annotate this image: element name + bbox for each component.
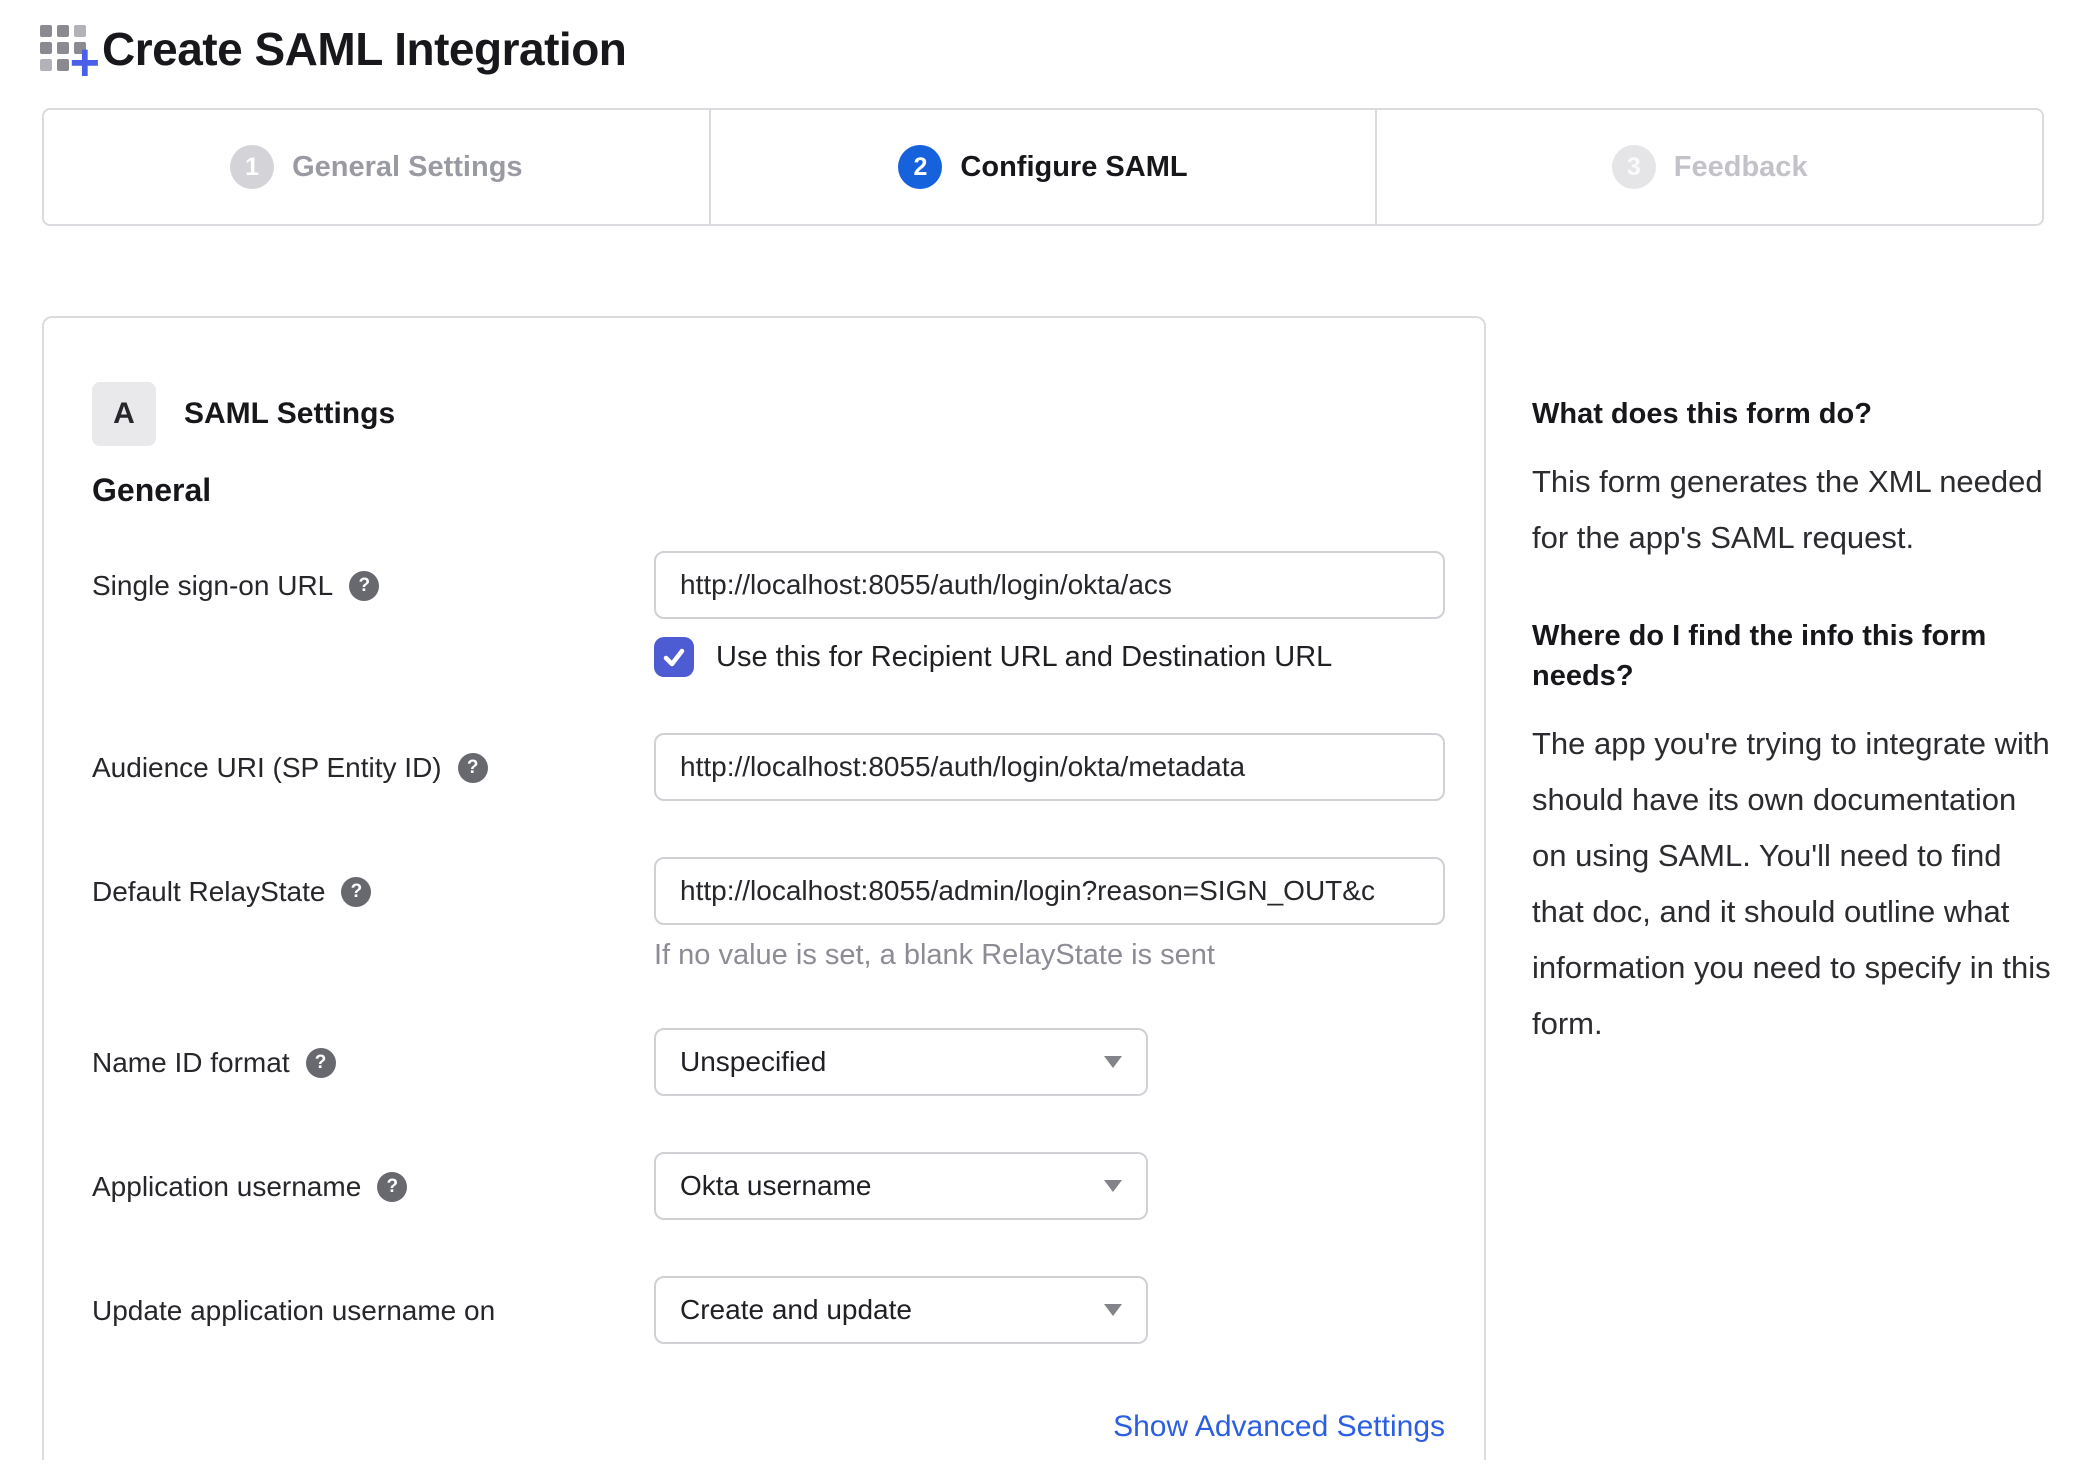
help-body: The app you're trying to integrate with …	[1532, 726, 2051, 1041]
step-2-label: Configure SAML	[960, 150, 1188, 183]
recipient-url-checkbox-label: Use this for Recipient URL and Destinati…	[716, 640, 1333, 673]
chevron-down-icon	[1104, 1304, 1122, 1316]
row-update-app-username: Update application username on Create an…	[92, 1276, 1441, 1344]
name-id-format-value: Unspecified	[680, 1046, 827, 1077]
row-application-username: Application username ? Okta username	[92, 1152, 1441, 1220]
field-label: Update application username on	[92, 1276, 654, 1344]
step-2-circle: 2	[898, 145, 943, 189]
step-feedback[interactable]: 3 Feedback	[1375, 110, 2042, 224]
step-3-label: Feedback	[1673, 150, 1808, 183]
recipient-url-checkbox-row: Use this for Recipient URL and Destinati…	[654, 637, 1445, 677]
field-control	[654, 733, 1445, 801]
row-audience-uri: Audience URI (SP Entity ID) ?	[92, 733, 1445, 801]
step-1-label: General Settings	[292, 150, 523, 183]
name-id-format-label: Name ID format	[92, 1047, 290, 1078]
show-advanced-settings-link[interactable]: Show Advanced Settings	[1113, 1410, 1445, 1443]
chevron-down-icon	[1104, 1180, 1122, 1192]
field-control: Create and update	[654, 1276, 1441, 1344]
chevron-down-icon	[1104, 1056, 1122, 1068]
card-header: A SAML Settings	[92, 382, 1441, 446]
app-grid-plus-icon: +	[40, 25, 100, 89]
default-relaystate-label: Default RelayState	[92, 876, 326, 907]
page-title: Create SAML Integration	[102, 23, 627, 75]
help-icon[interactable]: ?	[341, 877, 372, 907]
wizard-stepper: 1 General Settings 2 Configure SAML 3 Fe…	[42, 108, 2044, 226]
field-label: Default RelayState ?	[92, 857, 654, 972]
relaystate-helper-text: If no value is set, a blank RelayState i…	[654, 939, 1215, 971]
field-label: Application username ?	[92, 1152, 654, 1220]
advanced-settings-row: Show Advanced Settings	[92, 1410, 1445, 1444]
application-username-select[interactable]: Okta username	[654, 1152, 1148, 1220]
field-label: Audience URI (SP Entity ID) ?	[92, 733, 654, 801]
section-badge: A	[92, 382, 156, 446]
row-single-sign-on-url: Single sign-on URL ? Use this for Recipi…	[92, 551, 1445, 677]
saml-settings-card: A SAML Settings General Single sign-on U…	[42, 316, 1486, 1460]
audience-uri-label: Audience URI (SP Entity ID)	[92, 752, 442, 783]
application-username-label: Application username	[92, 1171, 362, 1202]
help-section-what: What does this form do? This form genera…	[1532, 394, 2052, 566]
check-icon	[663, 648, 685, 667]
update-app-username-select[interactable]: Create and update	[654, 1276, 1148, 1344]
field-control: If no value is set, a blank RelayState i…	[654, 857, 1445, 972]
name-id-format-select[interactable]: Unspecified	[654, 1028, 1148, 1096]
audience-uri-input[interactable]	[654, 733, 1445, 801]
page-header: + Create SAML Integration	[40, 22, 2074, 89]
help-icon[interactable]: ?	[349, 571, 380, 601]
plus-icon: +	[69, 34, 100, 92]
field-control: Use this for Recipient URL and Destinati…	[654, 551, 1445, 677]
step-3-circle: 3	[1611, 145, 1656, 189]
application-username-value: Okta username	[680, 1170, 872, 1201]
row-name-id-format: Name ID format ? Unspecified	[92, 1028, 1441, 1096]
help-body: This form generates the XML needed for t…	[1532, 464, 2043, 555]
field-control: Unspecified	[654, 1028, 1441, 1096]
help-heading: What does this form do?	[1532, 398, 1872, 430]
field-label: Name ID format ?	[92, 1028, 654, 1096]
step-general-settings[interactable]: 1 General Settings	[44, 110, 709, 224]
help-section-where: Where do I find the info this form needs…	[1532, 616, 2052, 1052]
field-label: Single sign-on URL ?	[92, 551, 654, 677]
help-sidebar: What does this form do? This form genera…	[1532, 394, 2052, 1052]
row-default-relaystate: Default RelayState ? If no value is set,…	[92, 857, 1445, 972]
step-1-circle: 1	[230, 145, 275, 189]
single-sign-on-url-label: Single sign-on URL	[92, 570, 334, 601]
form-rows: Single sign-on URL ? Use this for Recipi…	[92, 551, 1445, 1344]
default-relaystate-input[interactable]	[654, 857, 1445, 925]
help-icon[interactable]: ?	[305, 1048, 336, 1078]
help-icon[interactable]: ?	[377, 1172, 408, 1202]
field-control: Okta username	[654, 1152, 1441, 1220]
content-area: A SAML Settings General Single sign-on U…	[42, 316, 2074, 1460]
help-heading: Where do I find the info this form needs…	[1532, 620, 1987, 692]
update-app-username-value: Create and update	[680, 1294, 912, 1325]
step-configure-saml[interactable]: 2 Configure SAML	[708, 110, 1376, 224]
group-title-general: General	[92, 472, 212, 508]
recipient-url-checkbox[interactable]	[654, 637, 694, 677]
section-title: SAML Settings	[184, 397, 396, 430]
update-app-username-label: Update application username on	[92, 1295, 496, 1326]
help-icon[interactable]: ?	[457, 753, 488, 783]
single-sign-on-url-input[interactable]	[654, 551, 1445, 619]
